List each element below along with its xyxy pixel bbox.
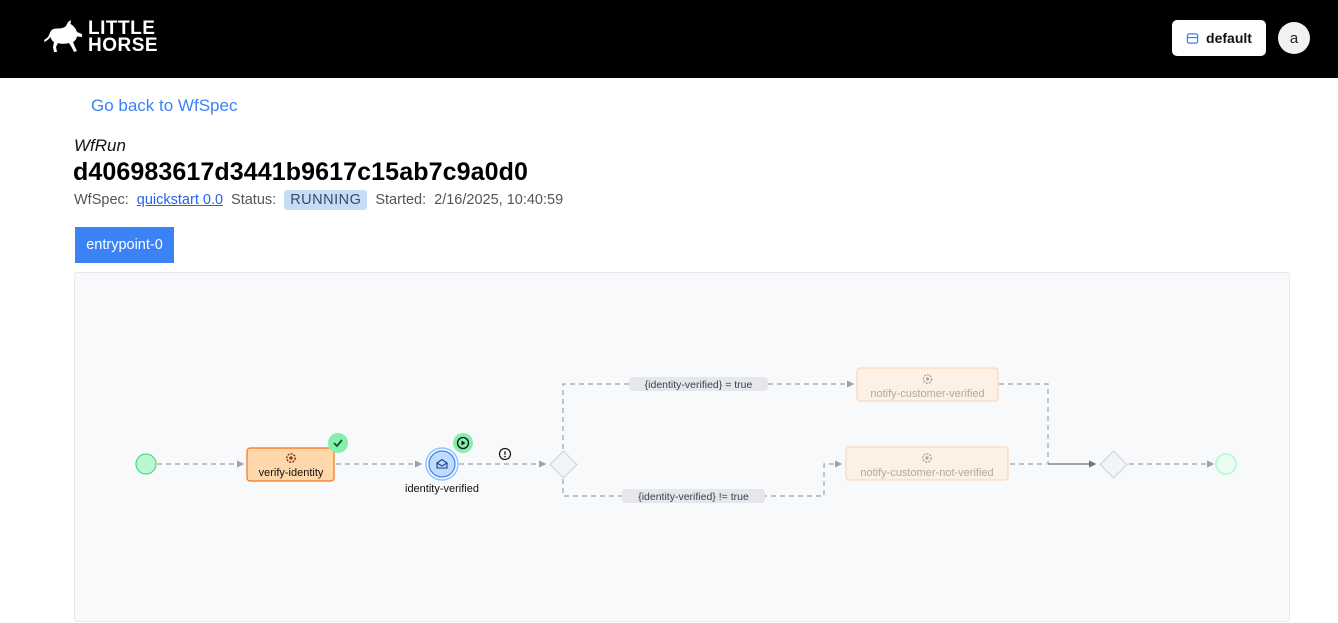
end-node[interactable] xyxy=(1215,453,1237,475)
task-node-notify-customer-not-verified[interactable]: notify-customer-not-verified xyxy=(845,446,1009,481)
logo-line-2: HORSE xyxy=(88,35,159,56)
status-label: Status: xyxy=(231,192,277,208)
littlehorse-logo[interactable]: LITTLE HORSE xyxy=(44,19,159,56)
task-node-notify-customer-verified[interactable]: notify-customer-verified xyxy=(856,367,999,402)
thread-tab-label: entrypoint-0 xyxy=(86,237,163,253)
edge-label-condition-true-text: {identity-verified} = true xyxy=(645,379,753,391)
workflow-graph-canvas[interactable]: verify-identity identity-verified {ident… xyxy=(74,272,1290,622)
edge-label-condition-true: {identity-verified} = true xyxy=(629,377,768,391)
workflow-graph: verify-identity identity-verified {ident… xyxy=(135,367,1237,503)
edge-branch-true xyxy=(562,380,855,449)
status-badge: RUNNING xyxy=(284,190,368,210)
run-meta: WfSpec: quickstart 0.0 Status: RUNNING S… xyxy=(74,190,563,210)
started-label: Started: xyxy=(375,192,427,208)
wfspec-link[interactable]: quickstart 0.0 xyxy=(137,192,223,208)
join-gateway[interactable] xyxy=(1099,450,1128,479)
started-value: 2/16/2025, 10:40:59 xyxy=(434,192,564,208)
logo-text: LITTLE HORSE xyxy=(88,19,159,56)
page-title: d406983617d3441b9617c15ab7c9a0d0 xyxy=(73,158,528,186)
wfspec-label: WfSpec: xyxy=(74,192,129,208)
page-kind-label: WfRun xyxy=(74,136,126,155)
check-icon xyxy=(328,433,348,453)
tenant-selector-button[interactable]: default xyxy=(1172,20,1266,56)
event-label-identity-verified: identity-verified xyxy=(405,483,479,495)
start-node[interactable] xyxy=(135,453,157,475)
user-avatar[interactable]: a xyxy=(1278,22,1310,54)
tenant-label: default xyxy=(1206,30,1252,46)
database-icon xyxy=(1186,32,1199,44)
running-play-icon xyxy=(453,433,473,453)
external-event-node-identity-verified[interactable]: identity-verified xyxy=(405,447,479,495)
edge-label-condition-false-text: {identity-verified} != true xyxy=(638,491,749,503)
horse-icon xyxy=(44,20,82,52)
avatar-initial: a xyxy=(1289,29,1299,47)
task-label-verify-identity: verify-identity xyxy=(259,467,324,479)
task-label-notify-customer-verified: notify-customer-verified xyxy=(870,388,984,400)
edge-label-condition-false: {identity-verified} != true xyxy=(622,489,765,503)
task-label-notify-customer-not-verified: notify-customer-not-verified xyxy=(860,467,993,479)
task-node-verify-identity[interactable]: verify-identity xyxy=(246,447,335,482)
back-to-wfspec-link[interactable]: Go back to WfSpec xyxy=(91,96,237,116)
alert-icon xyxy=(498,447,512,461)
branch-gateway[interactable] xyxy=(549,450,578,479)
tab-entrypoint-0[interactable]: entrypoint-0 xyxy=(75,227,174,263)
top-bar: LITTLE HORSE default a xyxy=(0,0,1338,78)
